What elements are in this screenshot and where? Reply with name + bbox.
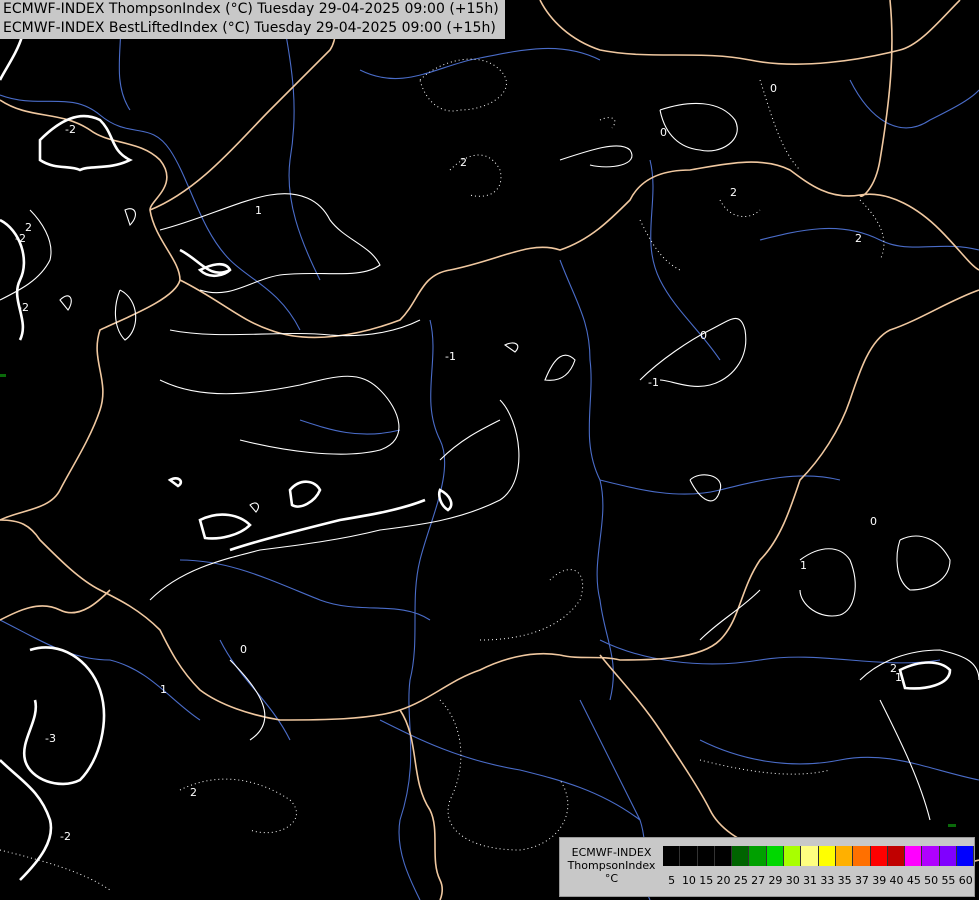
legend-swatch (766, 846, 785, 866)
legend-tick-label: 50 (924, 874, 939, 887)
contour-label: 0 (660, 126, 667, 139)
contour-label: 2 (855, 232, 862, 245)
title-line-thompson: ECMWF-INDEX ThompsonIndex (°C) Tuesday 2… (3, 1, 499, 17)
legend-swatch (887, 846, 906, 866)
legend-swatch (835, 846, 854, 866)
legend-tick-label: 29 (768, 874, 783, 887)
map-title: ECMWF-INDEX ThompsonIndex (°C) Tuesday 2… (0, 0, 505, 39)
contour-label: 0 (870, 515, 877, 528)
edge-marker (0, 374, 6, 377)
legend-swatch (853, 846, 871, 866)
legend-tick-label: 55 (941, 874, 956, 887)
contour-label: 2 (890, 662, 897, 675)
contour-label: 2 (25, 221, 32, 234)
legend-swatch (870, 846, 888, 866)
legend-tick-label: 37 (854, 874, 869, 887)
legend-swatch (818, 846, 836, 866)
contour-label: -1 (648, 376, 659, 389)
legend-swatch (905, 846, 923, 866)
legend-label-parameter: ThompsonIndex (567, 859, 656, 872)
legend-tick-label: 15 (699, 874, 714, 887)
legend-label-source: ECMWF-INDEX (571, 846, 652, 859)
contour-label: 1 (255, 204, 262, 217)
legend-tick-label: 31 (803, 874, 818, 887)
legend-tick-label: 40 (889, 874, 904, 887)
legend-swatch (939, 846, 958, 866)
contour-label: -2 (18, 301, 29, 314)
edge-marker (948, 824, 956, 827)
contour-label: -2 (15, 232, 26, 245)
legend-swatch (714, 846, 733, 866)
contour-label: 0 (770, 82, 777, 95)
legend-swatch (697, 846, 715, 866)
legend-swatch (957, 846, 975, 866)
legend-tick-label: 25 (733, 874, 748, 887)
legend-swatch (749, 846, 767, 866)
legend-swatch (784, 846, 802, 866)
legend-tick-label: 33 (820, 874, 835, 887)
title-line-lifted-index: ECMWF-INDEX BestLiftedIndex (°C) Tuesday… (3, 20, 496, 36)
contour-label: 0 (700, 329, 707, 342)
contour-label: -3 (45, 732, 56, 745)
legend-swatch (801, 846, 819, 866)
legend-tick-label: 60 (958, 874, 973, 887)
contour-label: 1 (800, 559, 807, 572)
legend-tick-label: 10 (681, 874, 696, 887)
legend-tick-label: 39 (872, 874, 887, 887)
contour-label: 2 (190, 786, 197, 799)
legend-swatch (732, 846, 750, 866)
legend-swatch (680, 846, 698, 866)
legend-swatches (663, 846, 975, 866)
legend-ticks: 5 10 15 20 25 27 29 30 31 33 35 37 39 40 45 50 55 60 (663, 874, 973, 888)
contour-label: 2 (730, 186, 737, 199)
legend-tick-label: 30 (785, 874, 800, 887)
legend-swatch (922, 846, 940, 866)
contour-label: 1 (160, 683, 167, 696)
weather-map: 2-210220220-1011-20-3-2212-1-2 (0, 0, 979, 900)
legend-tick-label: 20 (716, 874, 731, 887)
legend-tick-label: 35 (837, 874, 852, 887)
legend-tick-label: 45 (906, 874, 921, 887)
legend-swatch (663, 846, 681, 866)
legend-tick-label: 27 (751, 874, 766, 887)
color-legend: ECMWF-INDEX ThompsonIndex °C 5 10 15 20 25 27… (559, 837, 975, 897)
contour-label: -1 (445, 350, 456, 363)
contour-label: -2 (65, 123, 76, 136)
legend-label-unit: °C (604, 872, 619, 885)
contour-label: 2 (460, 156, 467, 169)
contour-label: 0 (240, 643, 247, 656)
legend-label: ECMWF-INDEX ThompsonIndex °C (564, 846, 659, 885)
contour-label: -2 (60, 830, 71, 843)
legend-tick-label: 5 (668, 874, 676, 887)
